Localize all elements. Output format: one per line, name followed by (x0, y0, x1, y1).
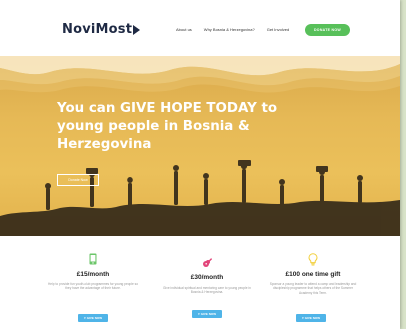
logo-text: NoviMost (62, 22, 133, 37)
give-now-label: GIVE NOW (304, 316, 321, 320)
phone-icon (89, 253, 97, 265)
give-now-label: GIVE NOW (86, 316, 103, 320)
nav-link-about[interactable]: About us (176, 27, 192, 32)
guitar-icon (202, 256, 214, 268)
main-nav: About us Why Bosnia & Herzegovina? Get I… (176, 27, 289, 32)
heart-icon: ♥ (301, 316, 304, 320)
card-description: Sponsor a young leader to attend a camp … (269, 282, 357, 295)
site-header: NoviMost About us Why Bosnia & Herzegovi… (0, 0, 400, 60)
donate-now-button[interactable]: DONATE NOW (305, 24, 350, 36)
heart-icon: ♥ (83, 316, 86, 320)
give-now-button-100[interactable]: ♥ GIVE NOW (296, 314, 326, 322)
give-now-button-15[interactable]: ♥ GIVE NOW (78, 314, 108, 322)
give-now-label: GIVE NOW (200, 312, 217, 316)
logo-arrow-icon (133, 24, 141, 35)
give-now-button-30[interactable]: ♥ GIVE NOW (192, 310, 222, 318)
hero-banner: You can GIVE HOPE TODAY to young people … (0, 56, 400, 236)
giving-options: £15/month Help to provide fun youth-club… (0, 236, 400, 329)
card-price: £100 one time gift (285, 271, 341, 278)
card-description: Give individual spiritual and mentoring … (163, 286, 251, 295)
hero-headline: You can GIVE HOPE TODAY to young people … (57, 101, 278, 152)
site-logo[interactable]: NoviMost (62, 22, 141, 37)
heart-icon: ♥ (197, 312, 200, 316)
card-description: Help to provide fun youth-club programme… (48, 282, 139, 291)
card-price: £30/month (190, 274, 224, 281)
hero-donate-button[interactable]: Donate Now (57, 174, 99, 186)
hero-crowd-silhouette (0, 160, 400, 236)
lightbulb-icon (308, 253, 318, 266)
card-price: £15/month (76, 271, 110, 278)
browser-page: NoviMost About us Why Bosnia & Herzegovi… (0, 0, 400, 329)
nav-link-why-bosnia[interactable]: Why Bosnia & Herzegovina? (204, 27, 255, 32)
nav-link-get-involved[interactable]: Get Involved (267, 27, 289, 32)
